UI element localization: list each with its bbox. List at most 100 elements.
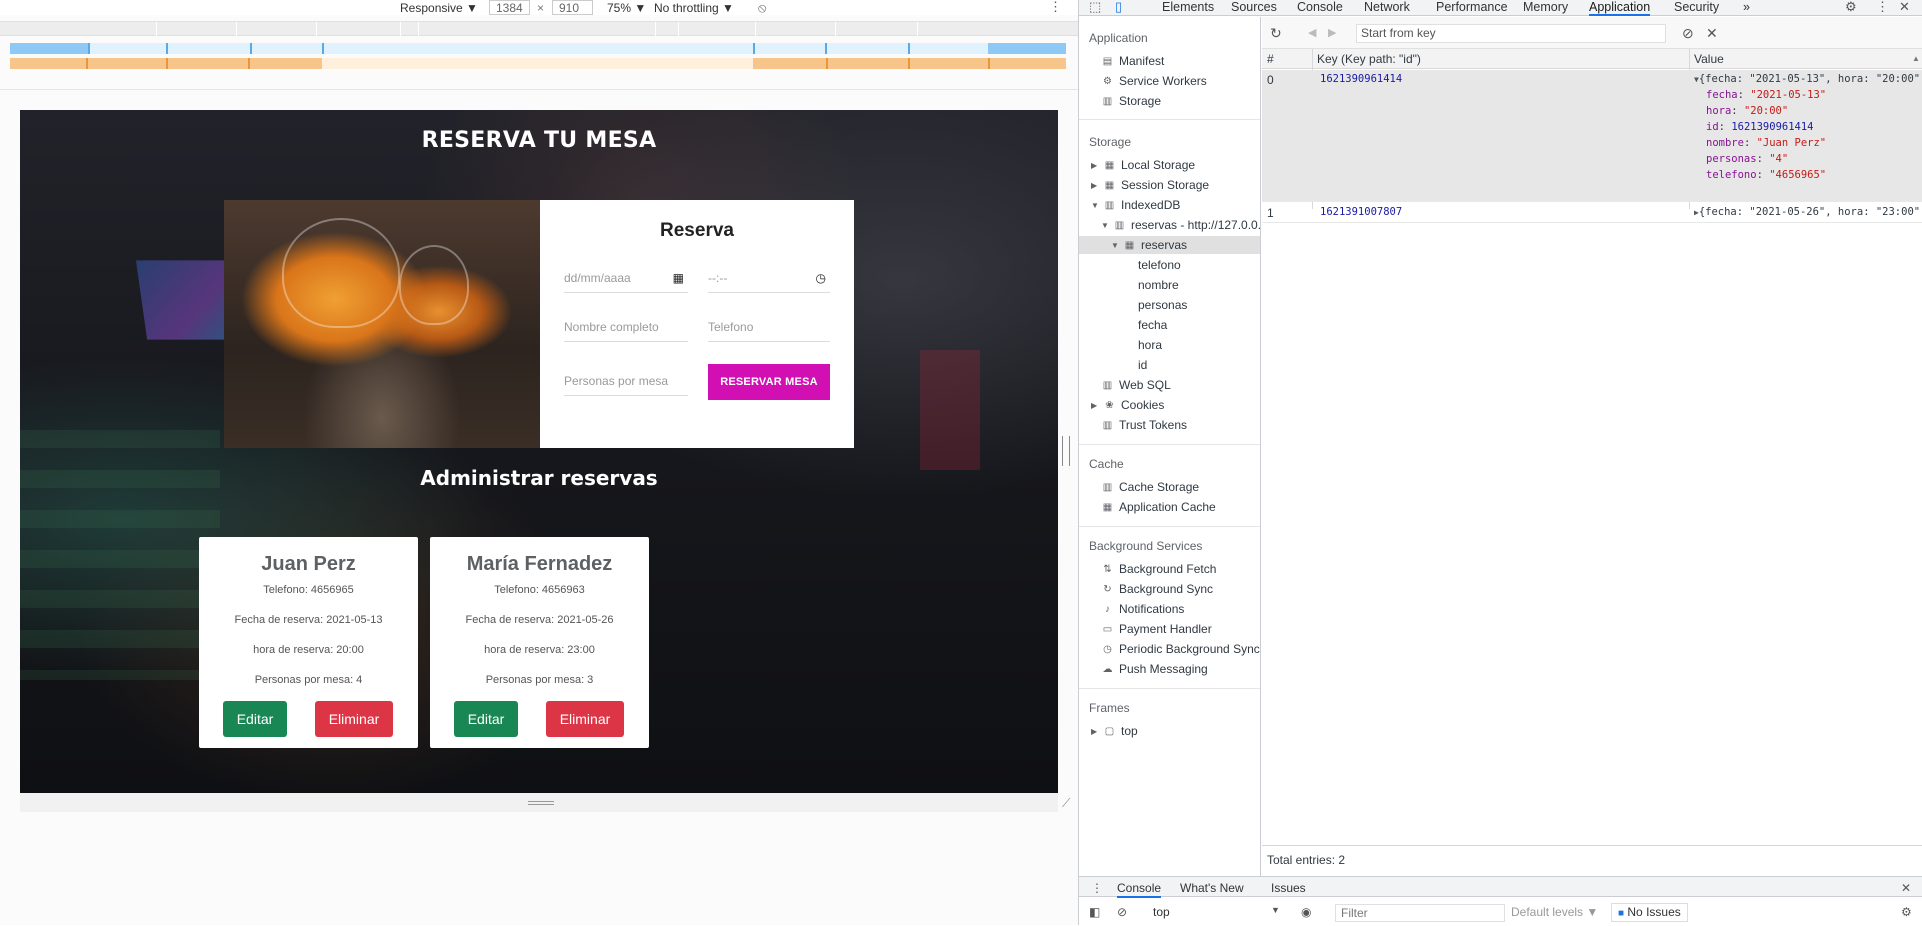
edit-button[interactable]: Editar	[223, 701, 287, 737]
settings-gear-icon[interactable]: ⚙	[1845, 0, 1857, 14]
throttling-select[interactable]: No throttling ▼	[654, 0, 734, 15]
expand-arrow-icon[interactable]: ▶	[1091, 401, 1100, 410]
sidebar-item-periodic-sync[interactable]: ◷ Periodic Background Sync	[1101, 642, 1260, 656]
expand-arrow-icon[interactable]: ▶	[1091, 727, 1100, 736]
expand-arrow-icon[interactable]: ▶	[1091, 181, 1100, 190]
calendar-icon[interactable]: ▦	[673, 271, 684, 285]
delete-selected-icon[interactable]: ✕	[1706, 25, 1718, 41]
refresh-icon[interactable]: ↻	[1270, 25, 1282, 41]
drawer-menu-icon[interactable]: ⋮	[1091, 881, 1103, 895]
table-row[interactable]: 0 1621390961414 ▼{fecha: "2021-05-13", h…	[1262, 70, 1922, 202]
device-select[interactable]: Responsive ▼	[400, 0, 478, 15]
more-options-icon[interactable]: ⋮	[1049, 0, 1062, 13]
log-levels-select[interactable]: Default levels ▼	[1511, 905, 1598, 919]
sidebar-item-index[interactable]: nombre	[1138, 278, 1179, 292]
inspect-element-icon[interactable]: ⬚	[1089, 0, 1101, 14]
sidebar-item-cache-storage[interactable]: ▥ Cache Storage	[1101, 480, 1199, 494]
sidebar-item-index[interactable]: id	[1138, 358, 1147, 372]
console-settings-gear-icon[interactable]: ⚙	[1901, 905, 1912, 919]
context-select[interactable]: top	[1153, 905, 1170, 919]
drawer-tab-issues[interactable]: Issues	[1271, 881, 1306, 895]
date-input[interactable]: dd/mm/aaaa ▦	[564, 263, 688, 293]
sidebar-item-local-storage[interactable]: ▶ ▦ Local Storage	[1091, 158, 1195, 172]
rotate-icon[interactable]: ⦸	[758, 0, 766, 15]
sidebar-item-background-sync[interactable]: ↻ Background Sync	[1101, 582, 1213, 596]
row-value-summary[interactable]: ▶{fecha: "2021-05-26", hora: "23:00", no…	[1694, 206, 1922, 218]
device-toggle-icon[interactable]: ▯	[1115, 0, 1122, 14]
tab-security[interactable]: Security	[1674, 0, 1719, 16]
sidebar-item-cookies[interactable]: ▶ ❀ Cookies	[1091, 398, 1164, 412]
sidebar-item-push-messaging[interactable]: ☁ Push Messaging	[1101, 662, 1208, 676]
row-value-summary[interactable]: ▼{fecha: "2021-05-13", hora: "20:00", no…	[1694, 73, 1922, 85]
live-expression-eye-icon[interactable]: ◉	[1301, 905, 1311, 919]
sidebar-item-manifest[interactable]: ▤ Manifest	[1101, 54, 1165, 68]
sort-icon[interactable]: ▲	[1912, 54, 1920, 63]
sidebar-item-index[interactable]: fecha	[1138, 318, 1167, 332]
collapse-arrow-icon[interactable]: ▼	[1101, 221, 1110, 230]
sidebar-item-notifications[interactable]: ♪ Notifications	[1101, 602, 1184, 616]
issues-counter[interactable]: ■ No Issues	[1611, 903, 1688, 922]
customize-menu-icon[interactable]: ⋮	[1876, 0, 1889, 14]
column-header-value[interactable]: Value	[1694, 52, 1724, 66]
time-input[interactable]: --:-- ◷	[708, 263, 830, 293]
sidebar-item-application-cache[interactable]: ▦ Application Cache	[1101, 500, 1216, 514]
sidebar-item-index[interactable]: telefono	[1138, 258, 1181, 272]
media-query-segment[interactable]	[988, 43, 1066, 54]
sidebar-item-index[interactable]: personas	[1138, 298, 1187, 312]
sidebar-item-indexeddb[interactable]: ▼ ▥ IndexedDB	[1091, 198, 1180, 212]
close-devtools-icon[interactable]: ✕	[1899, 0, 1910, 14]
viewport-resize-handle-bottom[interactable]	[20, 793, 1058, 812]
reservation-name: María Fernadez	[466, 553, 613, 575]
tab-performance[interactable]: Performance	[1436, 0, 1508, 16]
drawer-tab-whats-new[interactable]: What's New	[1180, 881, 1244, 895]
viewport-width-input[interactable]: 1384	[489, 0, 530, 15]
clear-object-store-icon[interactable]: ⊘	[1682, 25, 1694, 41]
expand-arrow-icon[interactable]: ▶	[1091, 161, 1100, 170]
sidebar-toggle-icon[interactable]: ◧	[1089, 905, 1100, 919]
sidebar-item-trust-tokens[interactable]: ▥ Trust Tokens	[1101, 418, 1187, 432]
previous-page-icon[interactable]: ◀	[1308, 25, 1316, 41]
column-header-key[interactable]: Key (Key path: "id")	[1317, 52, 1421, 66]
close-drawer-icon[interactable]: ✕	[1901, 881, 1911, 895]
reserve-table-button[interactable]: RESERVAR MESA	[708, 364, 830, 400]
tab-memory[interactable]: Memory	[1523, 0, 1568, 16]
console-filter-input[interactable]: Filter	[1335, 904, 1505, 922]
next-page-icon[interactable]: ▶	[1328, 25, 1336, 41]
tab-application[interactable]: Application	[1589, 0, 1651, 16]
sidebar-item-session-storage[interactable]: ▶ ▦ Session Storage	[1091, 178, 1209, 192]
tab-elements[interactable]: Elements	[1162, 0, 1214, 16]
clock-icon[interactable]: ◷	[816, 271, 826, 285]
clear-console-icon[interactable]: ⊘	[1117, 905, 1127, 919]
sidebar-item-service-workers[interactable]: ⚙ Service Workers	[1101, 74, 1207, 88]
edit-button[interactable]: Editar	[454, 701, 518, 737]
viewport-resize-handle-right[interactable]	[1062, 436, 1070, 466]
tab-sources[interactable]: Sources	[1231, 0, 1277, 16]
resize-corner-icon[interactable]: ⟋	[1062, 796, 1076, 810]
start-from-key-input[interactable]: Start from key	[1356, 24, 1666, 43]
phone-input[interactable]: Telefono	[708, 312, 830, 342]
media-query-segment[interactable]	[10, 43, 88, 54]
column-header-index[interactable]: #	[1267, 52, 1274, 66]
sidebar-item-index[interactable]: hora	[1138, 338, 1162, 352]
collapse-arrow-icon[interactable]: ▼	[1091, 201, 1100, 210]
tab-console[interactable]: Console	[1297, 0, 1343, 16]
delete-button[interactable]: Eliminar	[546, 701, 624, 737]
sidebar-item-object-store[interactable]: ▼ ▦ reservas	[1111, 238, 1187, 252]
people-input[interactable]: Personas por mesa	[564, 366, 688, 396]
table-row[interactable]: 1 1621391007807 ▶{fecha: "2021-05-26", h…	[1262, 203, 1922, 223]
sidebar-item-frame-top[interactable]: ▶ ▢ top	[1091, 724, 1138, 738]
delete-button[interactable]: Eliminar	[315, 701, 393, 737]
more-tabs-button[interactable]: »	[1743, 0, 1750, 16]
name-input[interactable]: Nombre completo	[564, 312, 688, 342]
drawer-tab-console[interactable]: Console	[1117, 881, 1162, 898]
sidebar-item-web-sql[interactable]: ▥ Web SQL	[1101, 378, 1171, 392]
collapse-arrow-icon[interactable]: ▼	[1111, 241, 1120, 250]
zoom-select[interactable]: 75% ▼	[607, 0, 646, 15]
context-dropdown-icon[interactable]: ▼	[1271, 905, 1280, 915]
sidebar-item-payment-handler[interactable]: ▭ Payment Handler	[1101, 622, 1212, 636]
tab-network[interactable]: Network	[1364, 0, 1410, 16]
viewport-height-input[interactable]: 910	[552, 0, 593, 15]
sidebar-item-storage[interactable]: ▥ Storage	[1101, 94, 1161, 108]
sidebar-item-database[interactable]: ▼ ▥ reservas - http://127.0.0.1	[1101, 218, 1260, 232]
sidebar-item-background-fetch[interactable]: ⇅ Background Fetch	[1101, 562, 1216, 576]
